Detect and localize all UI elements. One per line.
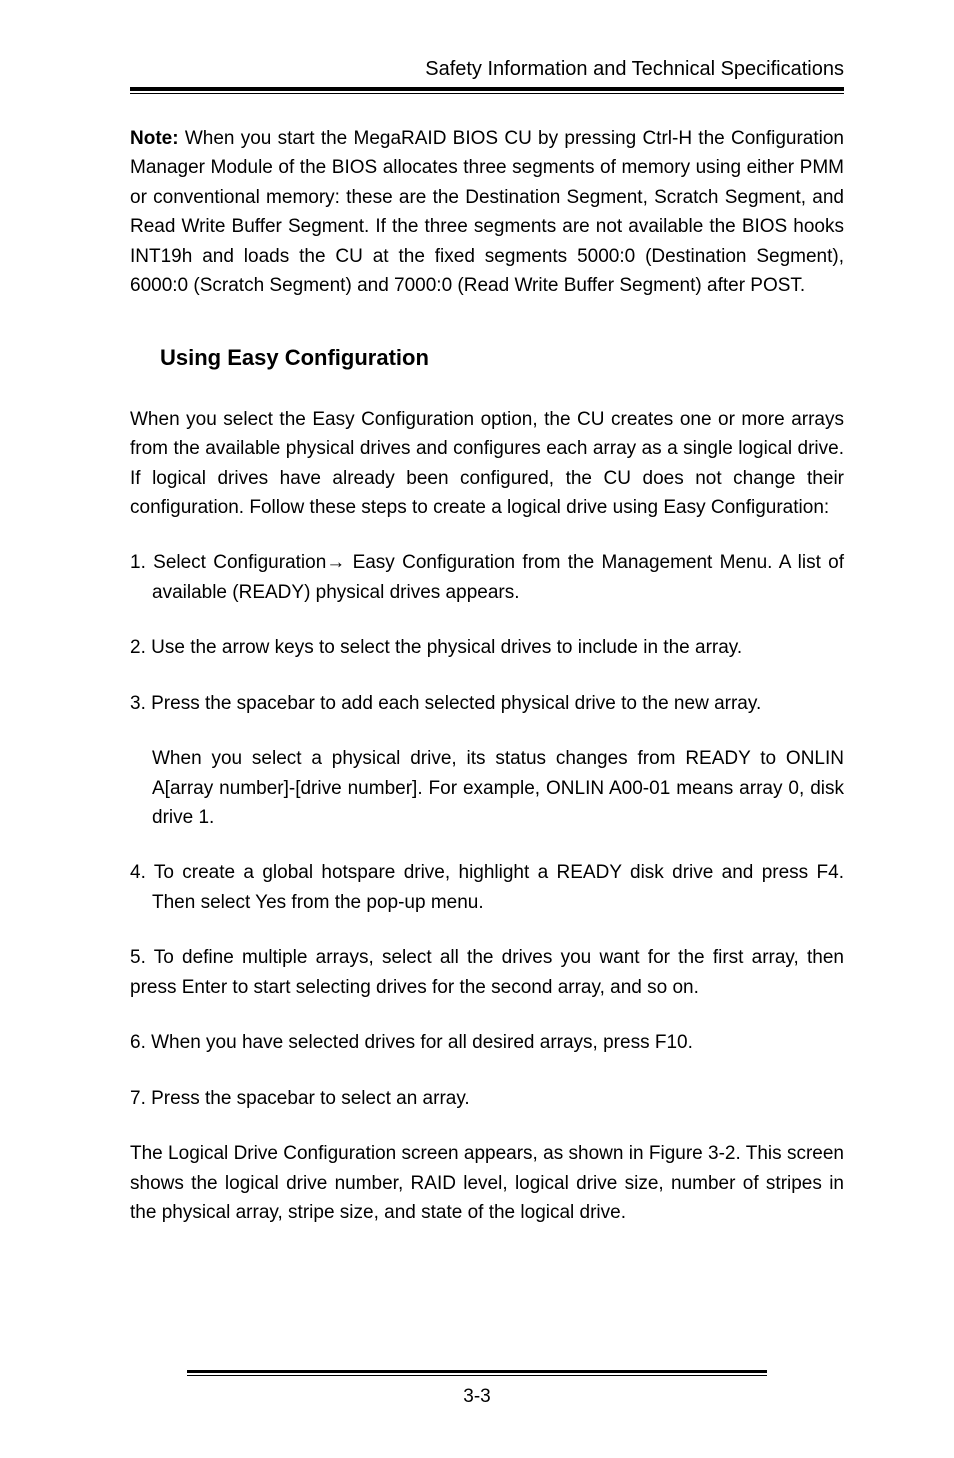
running-header: Safety Information and Technical Specifi… (130, 58, 844, 81)
step-5: 5. To define multiple arrays, select all… (130, 943, 844, 1002)
intro-paragraph: When you select the Easy Configuration o… (130, 405, 844, 523)
footer-rule-thick (187, 1370, 767, 1373)
closing-paragraph: The Logical Drive Configuration screen a… (130, 1139, 844, 1227)
note-paragraph: Note: When you start the MegaRAID BIOS C… (130, 124, 844, 301)
page-container: Safety Information and Technical Specifi… (0, 0, 954, 1458)
page-number: 3-3 (0, 1386, 954, 1408)
step-2: 2. Use the arrow keys to select the phys… (130, 633, 844, 662)
note-label: Note: (130, 128, 179, 149)
header-rule-thick (130, 87, 844, 91)
section-heading: Using Easy Configuration (160, 345, 844, 371)
step-3: 3. Press the spacebar to add each select… (130, 689, 844, 718)
step-7: 7. Press the spacebar to select an array… (130, 1084, 844, 1113)
footer-rule-wrap (187, 1370, 767, 1376)
step-1: 1. Select Configuration→ Easy Configurat… (130, 548, 844, 607)
step-6: 6. When you have selected drives for all… (130, 1028, 844, 1057)
header-rule-thin (130, 93, 844, 94)
step-4: 4. To create a global hotspare drive, hi… (130, 858, 844, 917)
footer-rule-thin (187, 1375, 767, 1376)
page-footer: 3-3 (0, 1370, 954, 1408)
step-3-detail: When you select a physical drive, its st… (130, 744, 844, 832)
note-text: When you start the MegaRAID BIOS CU by p… (130, 128, 844, 296)
